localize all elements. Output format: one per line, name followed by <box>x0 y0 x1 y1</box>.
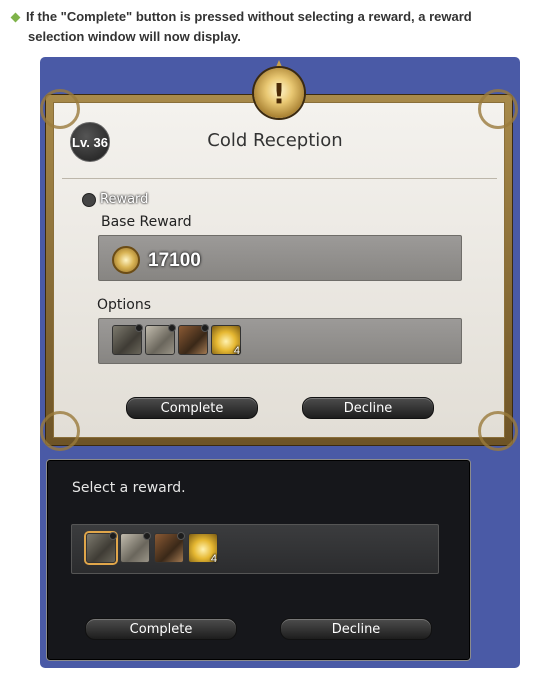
select-item-armor-icon[interactable] <box>86 532 117 563</box>
decline-button[interactable]: Decline <box>302 397 434 419</box>
unowned-dot <box>201 324 209 332</box>
bullet-diamond-icon <box>10 12 21 23</box>
base-reward-label: Base Reward <box>101 214 192 230</box>
unowned-dot <box>143 532 151 540</box>
corner-ornament-icon <box>478 89 518 129</box>
gil-coin-icon <box>112 246 140 274</box>
select-item-vest-icon[interactable] <box>154 532 185 563</box>
note-line-1: If the "Complete" button is pressed with… <box>26 9 472 24</box>
item-quantity: 4 <box>233 345 240 357</box>
select-decline-button[interactable]: Decline <box>280 618 432 640</box>
reward-header-label: Reward <box>100 192 149 207</box>
level-badge: Lv. 36 <box>70 122 110 162</box>
unowned-dot <box>168 324 176 332</box>
exclamation-crest-icon: ! <box>254 68 304 118</box>
option-item-vest-icon[interactable] <box>178 324 209 355</box>
select-item-orb-icon[interactable]: 4 <box>188 533 218 565</box>
option-item-orb-icon[interactable]: 4 <box>211 325 241 357</box>
options-label: Options <box>97 297 152 313</box>
unowned-dot <box>109 532 117 540</box>
select-item-robe-icon[interactable] <box>120 532 151 563</box>
item-quantity: 4 <box>210 553 217 565</box>
title-divider <box>62 178 497 179</box>
note-line-2: selection window will now display. <box>28 29 241 44</box>
option-item-robe-icon[interactable] <box>145 324 176 355</box>
reward-icon <box>82 192 96 207</box>
instruction-note: If the "Complete" button is pressed with… <box>10 7 530 47</box>
gil-amount: 17100 <box>148 250 201 271</box>
select-reward-title: Select a reward. <box>72 480 186 496</box>
unowned-dot <box>177 532 185 540</box>
corner-ornament-icon <box>40 411 80 451</box>
option-item-armor-icon[interactable] <box>112 324 143 355</box>
complete-button[interactable]: Complete <box>126 397 258 419</box>
quest-title: Cold Reception <box>207 130 343 151</box>
corner-ornament-icon <box>40 89 80 129</box>
unowned-dot <box>135 324 143 332</box>
corner-ornament-icon <box>478 411 518 451</box>
select-complete-button[interactable]: Complete <box>85 618 237 640</box>
reward-header: Reward <box>82 192 148 207</box>
